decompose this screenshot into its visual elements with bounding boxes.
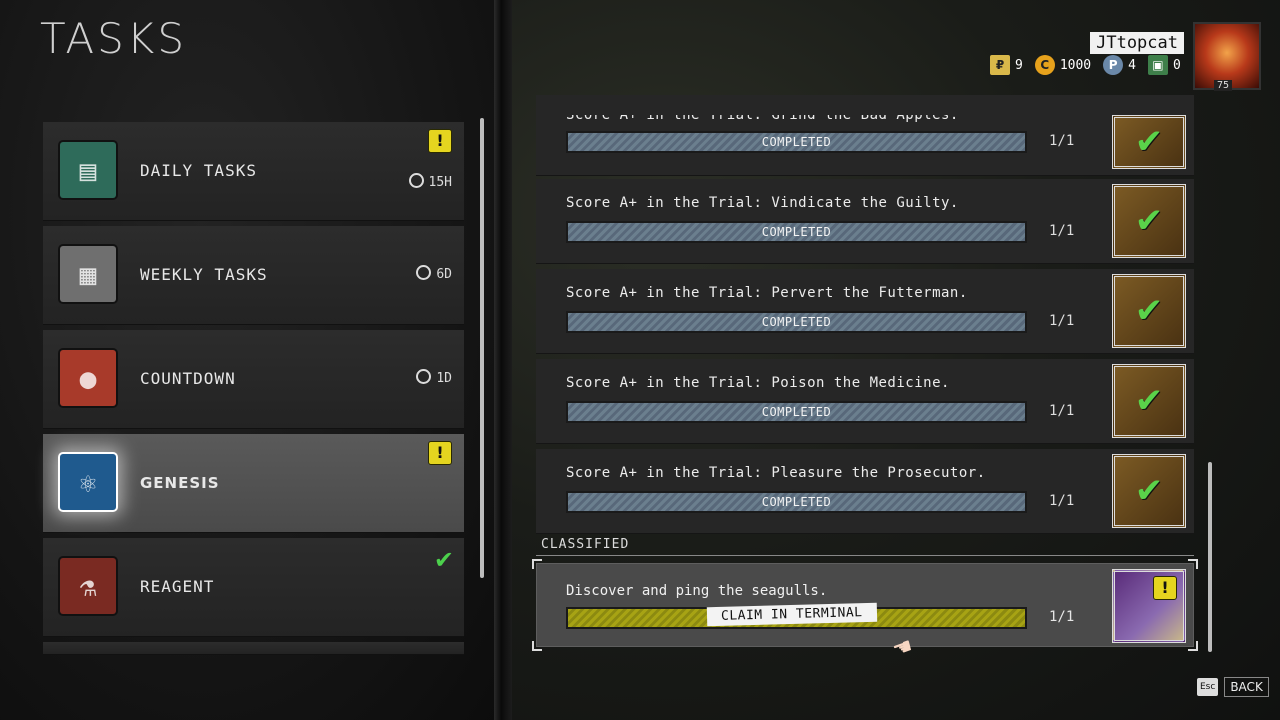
task-reward[interactable]: ✔ bbox=[1112, 184, 1186, 258]
alert-icon: ! bbox=[1153, 576, 1177, 600]
category-partial[interactable] bbox=[43, 642, 464, 655]
back-label: BACK bbox=[1224, 677, 1269, 697]
category-label: WEEKLY TASKS bbox=[140, 265, 268, 284]
category-reagent[interactable]: ⚗ REAGENT ✔ bbox=[43, 538, 464, 637]
task-count: 1/1 bbox=[1049, 493, 1075, 509]
task-reward[interactable]: ✔ bbox=[1112, 364, 1186, 438]
clock-icon bbox=[408, 173, 424, 188]
task-title: Score A+ in the Trial: Pervert the Futte… bbox=[566, 285, 968, 301]
task-title: Discover and ping the seagulls. bbox=[566, 583, 828, 599]
token-icon: P bbox=[1103, 55, 1124, 75]
currency-voucher: ▣ 0 bbox=[1147, 55, 1181, 75]
task-scrollbar[interactable] bbox=[1208, 462, 1212, 652]
task-row[interactable]: Score A+ in the Trial: Pervert the Futte… bbox=[536, 269, 1194, 354]
currency-token: P4 bbox=[1103, 55, 1136, 75]
task-count: 1/1 bbox=[1049, 313, 1075, 329]
selection-corner bbox=[532, 559, 542, 569]
section-divider bbox=[536, 555, 1194, 556]
category-timer: 15H bbox=[408, 134, 452, 232]
task-count: 1/1 bbox=[1049, 223, 1075, 239]
task-reward[interactable]: ✔ bbox=[1112, 115, 1186, 169]
task-reward[interactable]: ! bbox=[1112, 569, 1186, 643]
task-row[interactable]: Score A+ in the Trial: Poison the Medici… bbox=[536, 359, 1194, 444]
task-status: COMPLETED bbox=[761, 135, 832, 149]
username: JTtopcat bbox=[1090, 32, 1184, 54]
category-daily-tasks[interactable]: ▤ DAILY TASKS ! 15H bbox=[43, 122, 464, 221]
category-scrollbar[interactable] bbox=[480, 118, 484, 578]
check-icon: ✔ bbox=[1134, 201, 1164, 241]
selection-corner bbox=[1188, 641, 1198, 651]
task-row[interactable]: Score A+ in the Trial: Pleasure the Pros… bbox=[536, 449, 1194, 534]
task-reward[interactable]: ✔ bbox=[1112, 274, 1186, 348]
task-progress-bar: COMPLETED bbox=[566, 221, 1027, 243]
clock-icon bbox=[416, 369, 432, 384]
coin-icon: C bbox=[1034, 55, 1055, 75]
notepad-icon: ▤ bbox=[60, 142, 116, 198]
selection-corner bbox=[1188, 559, 1198, 569]
currency-ticket: ₽9 bbox=[990, 55, 1023, 75]
task-progress-bar: COMPLETED bbox=[566, 491, 1027, 513]
check-icon: ✔ bbox=[1134, 471, 1164, 511]
selection-corner bbox=[532, 641, 542, 651]
back-button[interactable]: Esc BACK bbox=[1197, 677, 1269, 697]
category-countdown[interactable]: ● COUNTDOWN 1D bbox=[43, 330, 464, 429]
task-status: COMPLETED bbox=[761, 495, 832, 509]
task-count: 1/1 bbox=[1049, 609, 1075, 625]
task-progress-bar: COMPLETED bbox=[566, 131, 1027, 153]
atom-icon: ⚛ bbox=[60, 454, 116, 510]
alert-icon: ! bbox=[428, 441, 452, 465]
task-title: Score A+ in the Trial: Grind the Bad App… bbox=[566, 107, 959, 123]
page-title: TASKS bbox=[40, 14, 187, 63]
check-icon: ✔ bbox=[1134, 122, 1164, 162]
task-title: Score A+ in the Trial: Pleasure the Pros… bbox=[566, 465, 986, 481]
ticket-icon: ₽ bbox=[990, 55, 1010, 75]
check-icon: ✔ bbox=[1134, 381, 1164, 421]
check-icon: ✔ bbox=[1134, 291, 1164, 331]
section-label-classified: CLASSIFIED bbox=[541, 537, 630, 552]
panel-divider bbox=[494, 0, 512, 720]
task-reward[interactable]: ✔ bbox=[1112, 454, 1186, 528]
task-count: 1/1 bbox=[1049, 133, 1075, 149]
task-status: COMPLETED bbox=[761, 315, 832, 329]
category-weekly-tasks[interactable]: ▦ WEEKLY TASKS 6D bbox=[43, 226, 464, 325]
category-timer: 1D bbox=[416, 330, 452, 428]
task-count: 1/1 bbox=[1049, 403, 1075, 419]
check-icon: ✔ bbox=[433, 546, 454, 574]
task-title: Score A+ in the Trial: Vindicate the Gui… bbox=[566, 195, 959, 211]
task-progress-bar: COMPLETED bbox=[566, 401, 1027, 423]
category-label: DAILY TASKS bbox=[140, 161, 257, 180]
chart-icon: ▦ bbox=[60, 246, 116, 302]
voucher-icon: ▣ bbox=[1147, 55, 1168, 75]
category-timer: 6D bbox=[416, 226, 452, 324]
task-progress-bar: COMPLETED bbox=[566, 311, 1027, 333]
task-row[interactable]: Score A+ in the Trial: Vindicate the Gui… bbox=[536, 179, 1194, 264]
category-label: COUNTDOWN bbox=[140, 369, 236, 388]
task-status: COMPLETED bbox=[761, 405, 832, 419]
task-row[interactable]: Score A+ in the Trial: Grind the Bad App… bbox=[536, 95, 1194, 176]
currency-bar: ₽9 C 1000 P4 ▣ 0 bbox=[990, 54, 1187, 76]
chemistry-icon: ⚗ bbox=[60, 558, 116, 614]
currency-coins: C 1000 bbox=[1034, 55, 1091, 75]
clock-icon bbox=[416, 265, 432, 280]
player-level: 75 bbox=[1214, 80, 1233, 91]
category-label: REAGENT bbox=[140, 577, 215, 596]
task-title: Score A+ in the Trial: Poison the Medici… bbox=[566, 375, 950, 391]
bomb-icon: ● bbox=[60, 350, 116, 406]
category-genesis[interactable]: ⚛ GENESIS ! bbox=[43, 434, 464, 533]
task-status: COMPLETED bbox=[761, 225, 832, 239]
category-label: GENESIS bbox=[140, 474, 220, 492]
esc-key-icon: Esc bbox=[1197, 678, 1219, 696]
